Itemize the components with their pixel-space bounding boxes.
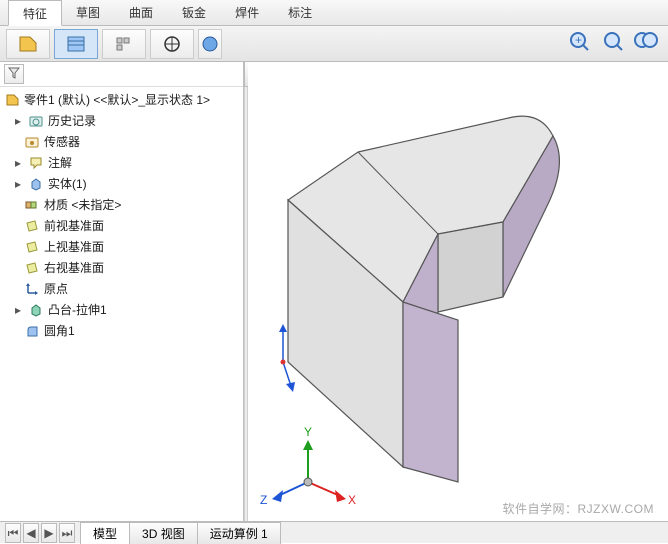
tab-label: 标注 — [288, 6, 312, 20]
svg-text:Z: Z — [260, 493, 267, 507]
sensor-icon — [24, 134, 40, 150]
bottom-tab-model[interactable]: 模型 — [80, 522, 130, 544]
btab-label: 3D 视图 — [142, 527, 185, 541]
view-orientation-icon[interactable] — [632, 26, 660, 54]
feature-tree-panel: 零件1 (默认) <<默认>_显示状态 1> ▸ 历史记录 传感器 ▸ 注解 — [0, 62, 244, 521]
watermark-text: 软件自学网：RJZXW.COM — [503, 500, 655, 517]
part-icon — [4, 92, 20, 108]
tree-item-label: 注解 — [48, 154, 72, 171]
tree-root[interactable]: 零件1 (默认) <<默认>_显示状态 1> — [0, 89, 243, 110]
tree-item-label: 右视基准面 — [44, 259, 104, 276]
tree-row[interactable]: ▸ 凸台-拉伸1 — [0, 299, 243, 320]
plane-icon — [24, 218, 40, 234]
command-tab-bar: 特征 草图 曲面 钣金 焊件 标注 — [0, 0, 668, 26]
tab-annotate[interactable]: 标注 — [274, 0, 327, 25]
tab-sketch[interactable]: 草图 — [62, 0, 115, 25]
tree-row[interactable]: 传感器 — [0, 131, 243, 152]
tab-features[interactable]: 特征 — [8, 0, 62, 26]
tab-label: 焊件 — [235, 6, 259, 20]
extrude-icon — [28, 302, 44, 318]
3d-viewport[interactable]: Y X Z 软件自学网：RJZXW.COM — [248, 62, 668, 521]
material-icon — [24, 197, 40, 213]
annotation-icon — [28, 155, 44, 171]
tab-label: 特征 — [23, 7, 47, 21]
tree-row[interactable]: 圆角1 — [0, 320, 243, 341]
expander-icon[interactable]: ▸ — [12, 115, 24, 127]
tree-item-label: 材质 <未指定> — [44, 196, 121, 213]
configuration-manager-btn[interactable] — [102, 29, 146, 59]
plane-icon — [24, 260, 40, 276]
tree-row[interactable]: 原点 — [0, 278, 243, 299]
svg-text:+: + — [575, 33, 582, 47]
fillet-icon — [24, 323, 40, 339]
history-icon — [28, 113, 44, 129]
tab-label: 钣金 — [182, 6, 206, 20]
filter-row — [0, 62, 243, 87]
tree-item-label: 前视基准面 — [44, 217, 104, 234]
zoom-to-area-icon[interactable]: + — [564, 26, 592, 54]
tab-sheetmetal[interactable]: 钣金 — [168, 0, 221, 25]
filter-button[interactable] — [4, 64, 24, 84]
tab-scroll-next[interactable]: ▶ — [41, 523, 57, 543]
tree-row[interactable]: 材质 <未指定> — [0, 194, 243, 215]
bottom-tab-3dview[interactable]: 3D 视图 — [129, 522, 198, 544]
svg-text:X: X — [348, 493, 356, 507]
tab-surfaces[interactable]: 曲面 — [115, 0, 168, 25]
tree-root-label: 零件1 (默认) <<默认>_显示状态 1> — [24, 91, 210, 108]
tree-item-label: 圆角1 — [44, 322, 75, 339]
btab-label: 模型 — [93, 527, 117, 541]
property-manager-btn[interactable] — [54, 29, 98, 59]
tree-row[interactable]: 右视基准面 — [0, 257, 243, 278]
tree-item-label: 传感器 — [44, 133, 80, 150]
tab-scroll-prev[interactable]: ◀ — [23, 523, 39, 543]
tab-label: 曲面 — [129, 6, 153, 20]
tree-item-label: 实体(1) — [48, 175, 87, 192]
display-manager-btn[interactable] — [198, 29, 222, 59]
model-body[interactable] — [288, 116, 559, 482]
feature-tree: 零件1 (默认) <<默认>_显示状态 1> ▸ 历史记录 传感器 ▸ 注解 — [0, 87, 243, 343]
tree-row[interactable]: 上视基准面 — [0, 236, 243, 257]
btab-label: 运动算例 1 — [210, 527, 268, 541]
tree-item-label: 历史记录 — [48, 112, 96, 129]
feature-manager-btn[interactable] — [6, 29, 50, 59]
expander-icon[interactable]: ▸ — [12, 157, 24, 169]
tree-item-label: 原点 — [44, 280, 68, 297]
tree-row[interactable]: ▸ 历史记录 — [0, 110, 243, 131]
tree-item-label: 上视基准面 — [44, 238, 104, 255]
plane-icon — [24, 239, 40, 255]
tree-row[interactable]: 前视基准面 — [0, 215, 243, 236]
zoom-fit-icon[interactable] — [598, 26, 626, 54]
expander-icon[interactable]: ▸ — [12, 178, 24, 190]
origin-icon — [24, 281, 40, 297]
tree-row[interactable]: ▸ 注解 — [0, 152, 243, 173]
bottom-tab-bar: ⏮ ◀ ▶ ⏭ 模型 3D 视图 运动算例 1 — [0, 521, 668, 543]
tab-scroll-last[interactable]: ⏭ — [59, 523, 75, 543]
expander-icon[interactable]: ▸ — [12, 304, 24, 316]
funnel-icon — [8, 67, 20, 82]
bottom-tab-motion[interactable]: 运动算例 1 — [197, 522, 281, 544]
tab-label: 草图 — [76, 6, 100, 20]
tree-item-label: 凸台-拉伸1 — [48, 301, 107, 318]
view-triad: Y X Z — [260, 425, 356, 507]
view-icon-strip: + — [564, 26, 660, 54]
tab-weldments[interactable]: 焊件 — [221, 0, 274, 25]
tree-row[interactable]: ▸ 实体(1) — [0, 173, 243, 194]
tab-scroll-first[interactable]: ⏮ — [5, 523, 21, 543]
svg-text:Y: Y — [304, 425, 312, 439]
solid-body-icon — [28, 176, 44, 192]
dimxpert-manager-btn[interactable] — [150, 29, 194, 59]
